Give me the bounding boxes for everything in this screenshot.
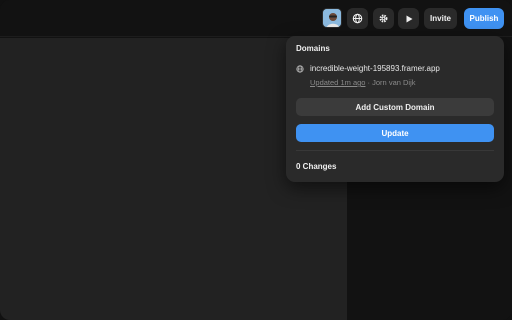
popover-title: Domains [296, 44, 330, 53]
app-window: Invite Publish Domains incredible-weight… [0, 0, 512, 320]
avatar-image [323, 9, 341, 27]
globe-button[interactable] [347, 8, 368, 29]
add-custom-domain-button[interactable]: Add Custom Domain [296, 98, 494, 116]
divider [296, 150, 494, 151]
preview-button[interactable] [398, 8, 419, 29]
domain-link[interactable]: incredible-weight-195893.framer.app [310, 64, 440, 73]
globe-icon [352, 13, 363, 24]
invite-button[interactable]: Invite [424, 8, 457, 29]
changes-count[interactable]: 0 Changes [296, 162, 336, 171]
update-meta: Updated 1m ago · Jorn van Dijk [310, 78, 416, 87]
updated-by: Jorn van Dijk [372, 78, 416, 87]
publish-popover: Domains incredible-weight-195893.framer.… [286, 36, 504, 182]
settings-button[interactable] [373, 8, 394, 29]
play-icon [406, 15, 412, 22]
updated-link[interactable]: Updated 1m ago [310, 78, 365, 87]
user-avatar[interactable] [322, 8, 342, 28]
gear-icon [379, 14, 388, 23]
publish-button[interactable]: Publish [464, 8, 504, 29]
update-button[interactable]: Update [296, 124, 494, 142]
globe-icon [296, 65, 304, 73]
